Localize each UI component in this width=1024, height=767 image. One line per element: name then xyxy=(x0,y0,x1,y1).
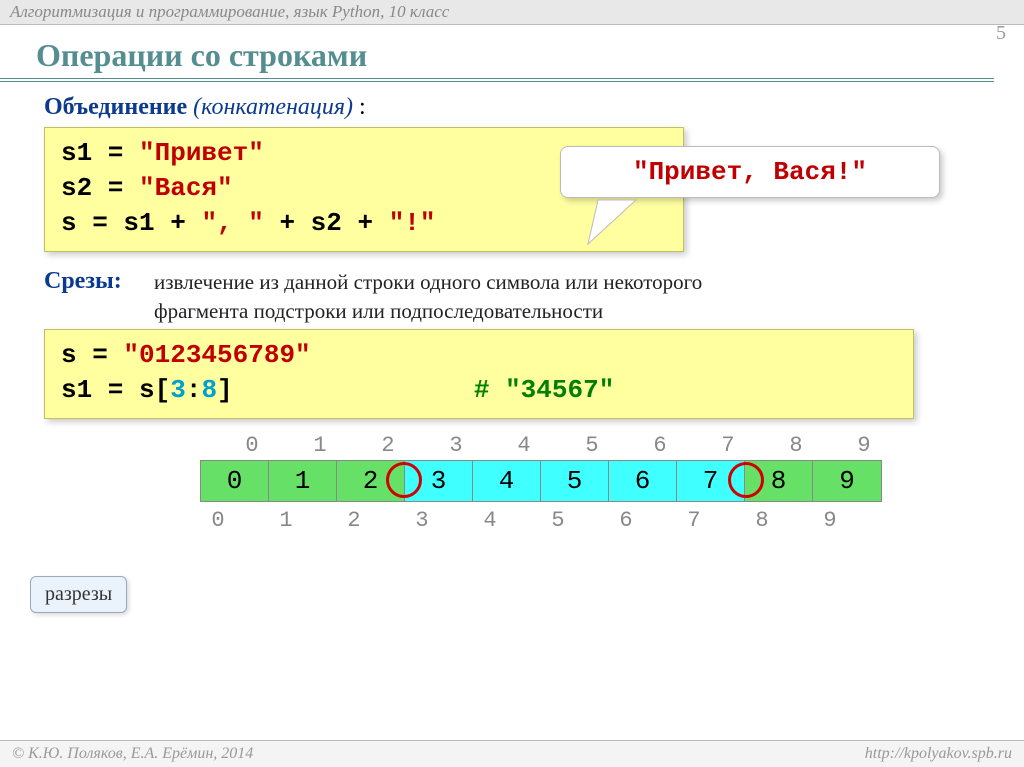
cell: 0 xyxy=(201,461,269,501)
index-row-bottom: 0123456789 xyxy=(184,508,1024,533)
slices-desc: извлечение из данной строки одного симво… xyxy=(154,268,794,325)
header-bar: Алгоритмизация и программирование, язык … xyxy=(0,0,1024,25)
section-slices: Срезы: извлечение из данной строки одног… xyxy=(0,268,1024,325)
code-line: s = s1 + ", " + s2 + "!" xyxy=(61,206,667,241)
cell: 9 xyxy=(813,461,881,501)
callout-result: "Привет, Вася!" xyxy=(560,146,940,198)
code-line: s = "0123456789" xyxy=(61,338,897,373)
concat-colon: : xyxy=(359,94,366,120)
slices-label: Срезы: xyxy=(44,268,154,295)
cut-circle-icon xyxy=(728,462,764,498)
cut-circle-icon xyxy=(386,462,422,498)
concat-bold: Объединение xyxy=(44,94,187,120)
cells-row: 0 1 2 3 4 5 6 7 8 9 xyxy=(200,460,882,502)
code-box-slice: s = "0123456789" s1 = s[3:8] # "34567" xyxy=(44,329,914,419)
section-concat: Объединение (конкатенация) : xyxy=(0,82,1024,127)
cell: 6 xyxy=(609,461,677,501)
footer-right: http://kpolyakov.spb.ru xyxy=(865,745,1012,763)
index-row-top: 0123456789 xyxy=(218,433,1024,458)
string-table: 0 1 2 3 4 5 6 7 8 9 xyxy=(200,460,1024,504)
cell: 4 xyxy=(473,461,541,501)
code-line: s1 = s[3:8] # "34567" xyxy=(61,373,897,408)
page-title: Операции со строками xyxy=(0,25,994,82)
cell: 1 xyxy=(269,461,337,501)
cell: 5 xyxy=(541,461,609,501)
page-number: 5 xyxy=(996,22,1006,45)
footer-left: © К.Ю. Поляков, Е.А. Ерёмин, 2014 xyxy=(12,745,253,763)
concat-italic: (конкатенация) xyxy=(193,94,353,120)
cuts-label: разрезы xyxy=(30,576,127,613)
footer-bar: © К.Ю. Поляков, Е.А. Ерёмин, 2014 http:/… xyxy=(0,740,1024,767)
